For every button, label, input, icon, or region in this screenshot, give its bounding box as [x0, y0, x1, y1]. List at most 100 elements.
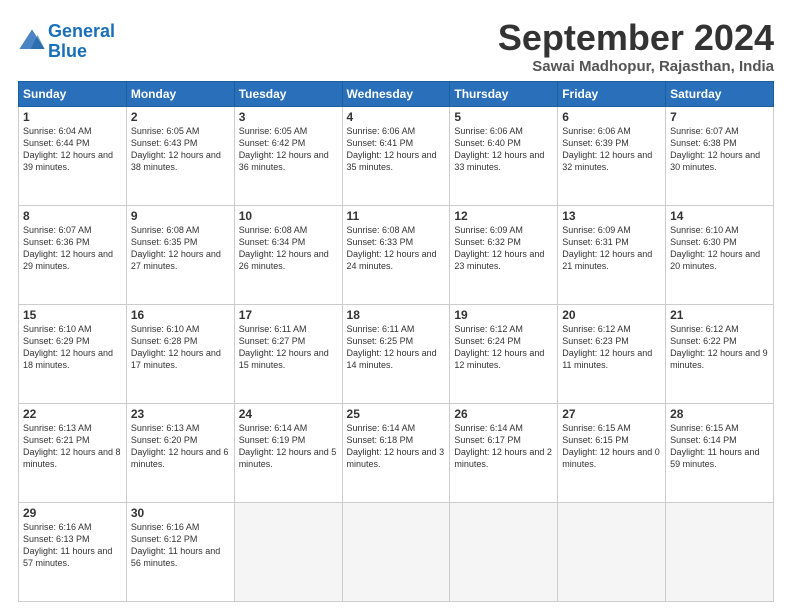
day-cell-10: 10 Sunrise: 6:08 AMSunset: 6:34 PMDaylig…	[234, 205, 342, 304]
logo-icon	[18, 28, 46, 56]
day-number: 5	[454, 110, 553, 124]
cell-details: Sunrise: 6:04 AMSunset: 6:44 PMDaylight:…	[23, 126, 113, 172]
title-block: September 2024 Sawai Madhopur, Rajasthan…	[498, 18, 774, 75]
cell-details: Sunrise: 6:10 AMSunset: 6:29 PMDaylight:…	[23, 324, 113, 370]
cell-details: Sunrise: 6:11 AMSunset: 6:25 PMDaylight:…	[347, 324, 437, 370]
day-number: 30	[131, 506, 230, 520]
cell-details: Sunrise: 6:09 AMSunset: 6:32 PMDaylight:…	[454, 225, 544, 271]
header-cell-monday: Monday	[126, 81, 234, 106]
page: General Blue September 2024 Sawai Madhop…	[0, 0, 792, 612]
cell-details: Sunrise: 6:10 AMSunset: 6:30 PMDaylight:…	[670, 225, 760, 271]
day-cell-14: 14 Sunrise: 6:10 AMSunset: 6:30 PMDaylig…	[666, 205, 774, 304]
calendar-body: 1 Sunrise: 6:04 AMSunset: 6:44 PMDayligh…	[19, 106, 774, 601]
day-cell-21: 21 Sunrise: 6:12 AMSunset: 6:22 PMDaylig…	[666, 304, 774, 403]
cell-details: Sunrise: 6:06 AMSunset: 6:39 PMDaylight:…	[562, 126, 652, 172]
week-row-1: 8 Sunrise: 6:07 AMSunset: 6:36 PMDayligh…	[19, 205, 774, 304]
day-cell-1: 1 Sunrise: 6:04 AMSunset: 6:44 PMDayligh…	[19, 106, 127, 205]
day-number: 8	[23, 209, 122, 223]
cell-details: Sunrise: 6:12 AMSunset: 6:23 PMDaylight:…	[562, 324, 652, 370]
logo-line2: Blue	[48, 41, 87, 61]
header-cell-wednesday: Wednesday	[342, 81, 450, 106]
cell-details: Sunrise: 6:14 AMSunset: 6:18 PMDaylight:…	[347, 423, 445, 469]
day-cell-17: 17 Sunrise: 6:11 AMSunset: 6:27 PMDaylig…	[234, 304, 342, 403]
day-cell-9: 9 Sunrise: 6:08 AMSunset: 6:35 PMDayligh…	[126, 205, 234, 304]
day-number: 12	[454, 209, 553, 223]
cell-details: Sunrise: 6:06 AMSunset: 6:41 PMDaylight:…	[347, 126, 437, 172]
cell-details: Sunrise: 6:15 AMSunset: 6:14 PMDaylight:…	[670, 423, 759, 469]
day-number: 21	[670, 308, 769, 322]
day-number: 20	[562, 308, 661, 322]
day-cell-27: 27 Sunrise: 6:15 AMSunset: 6:15 PMDaylig…	[558, 403, 666, 502]
day-number: 11	[347, 209, 446, 223]
day-cell-4: 4 Sunrise: 6:06 AMSunset: 6:41 PMDayligh…	[342, 106, 450, 205]
header-cell-thursday: Thursday	[450, 81, 558, 106]
empty-cell	[666, 502, 774, 601]
empty-cell	[234, 502, 342, 601]
logo: General Blue	[18, 22, 115, 62]
day-number: 9	[131, 209, 230, 223]
day-cell-29: 29 Sunrise: 6:16 AMSunset: 6:13 PMDaylig…	[19, 502, 127, 601]
cell-details: Sunrise: 6:16 AMSunset: 6:12 PMDaylight:…	[131, 522, 220, 568]
day-cell-22: 22 Sunrise: 6:13 AMSunset: 6:21 PMDaylig…	[19, 403, 127, 502]
day-number: 27	[562, 407, 661, 421]
calendar-header-row: SundayMondayTuesdayWednesdayThursdayFrid…	[19, 81, 774, 106]
cell-details: Sunrise: 6:07 AMSunset: 6:38 PMDaylight:…	[670, 126, 760, 172]
day-cell-18: 18 Sunrise: 6:11 AMSunset: 6:25 PMDaylig…	[342, 304, 450, 403]
logo-line1: General	[48, 21, 115, 41]
day-number: 19	[454, 308, 553, 322]
calendar-table: SundayMondayTuesdayWednesdayThursdayFrid…	[18, 81, 774, 602]
day-cell-30: 30 Sunrise: 6:16 AMSunset: 6:12 PMDaylig…	[126, 502, 234, 601]
day-cell-3: 3 Sunrise: 6:05 AMSunset: 6:42 PMDayligh…	[234, 106, 342, 205]
header-cell-tuesday: Tuesday	[234, 81, 342, 106]
day-cell-12: 12 Sunrise: 6:09 AMSunset: 6:32 PMDaylig…	[450, 205, 558, 304]
day-number: 2	[131, 110, 230, 124]
day-cell-23: 23 Sunrise: 6:13 AMSunset: 6:20 PMDaylig…	[126, 403, 234, 502]
header: General Blue September 2024 Sawai Madhop…	[18, 18, 774, 75]
cell-details: Sunrise: 6:12 AMSunset: 6:24 PMDaylight:…	[454, 324, 544, 370]
empty-cell	[342, 502, 450, 601]
day-number: 16	[131, 308, 230, 322]
cell-details: Sunrise: 6:14 AMSunset: 6:19 PMDaylight:…	[239, 423, 337, 469]
day-cell-20: 20 Sunrise: 6:12 AMSunset: 6:23 PMDaylig…	[558, 304, 666, 403]
day-cell-26: 26 Sunrise: 6:14 AMSunset: 6:17 PMDaylig…	[450, 403, 558, 502]
empty-cell	[558, 502, 666, 601]
day-number: 23	[131, 407, 230, 421]
day-number: 14	[670, 209, 769, 223]
cell-details: Sunrise: 6:10 AMSunset: 6:28 PMDaylight:…	[131, 324, 221, 370]
day-number: 13	[562, 209, 661, 223]
week-row-4: 29 Sunrise: 6:16 AMSunset: 6:13 PMDaylig…	[19, 502, 774, 601]
day-cell-28: 28 Sunrise: 6:15 AMSunset: 6:14 PMDaylig…	[666, 403, 774, 502]
cell-details: Sunrise: 6:08 AMSunset: 6:35 PMDaylight:…	[131, 225, 221, 271]
header-cell-sunday: Sunday	[19, 81, 127, 106]
cell-details: Sunrise: 6:11 AMSunset: 6:27 PMDaylight:…	[239, 324, 329, 370]
day-number: 22	[23, 407, 122, 421]
cell-details: Sunrise: 6:05 AMSunset: 6:42 PMDaylight:…	[239, 126, 329, 172]
cell-details: Sunrise: 6:15 AMSunset: 6:15 PMDaylight:…	[562, 423, 660, 469]
day-number: 3	[239, 110, 338, 124]
day-cell-6: 6 Sunrise: 6:06 AMSunset: 6:39 PMDayligh…	[558, 106, 666, 205]
cell-details: Sunrise: 6:13 AMSunset: 6:20 PMDaylight:…	[131, 423, 229, 469]
header-cell-friday: Friday	[558, 81, 666, 106]
day-number: 1	[23, 110, 122, 124]
day-number: 29	[23, 506, 122, 520]
day-number: 25	[347, 407, 446, 421]
day-cell-25: 25 Sunrise: 6:14 AMSunset: 6:18 PMDaylig…	[342, 403, 450, 502]
day-number: 26	[454, 407, 553, 421]
day-number: 15	[23, 308, 122, 322]
week-row-0: 1 Sunrise: 6:04 AMSunset: 6:44 PMDayligh…	[19, 106, 774, 205]
empty-cell	[450, 502, 558, 601]
day-number: 4	[347, 110, 446, 124]
month-title: September 2024	[498, 18, 774, 58]
week-row-3: 22 Sunrise: 6:13 AMSunset: 6:21 PMDaylig…	[19, 403, 774, 502]
cell-details: Sunrise: 6:07 AMSunset: 6:36 PMDaylight:…	[23, 225, 113, 271]
cell-details: Sunrise: 6:16 AMSunset: 6:13 PMDaylight:…	[23, 522, 112, 568]
subtitle: Sawai Madhopur, Rajasthan, India	[498, 58, 774, 75]
day-cell-5: 5 Sunrise: 6:06 AMSunset: 6:40 PMDayligh…	[450, 106, 558, 205]
day-cell-19: 19 Sunrise: 6:12 AMSunset: 6:24 PMDaylig…	[450, 304, 558, 403]
week-row-2: 15 Sunrise: 6:10 AMSunset: 6:29 PMDaylig…	[19, 304, 774, 403]
cell-details: Sunrise: 6:13 AMSunset: 6:21 PMDaylight:…	[23, 423, 121, 469]
cell-details: Sunrise: 6:14 AMSunset: 6:17 PMDaylight:…	[454, 423, 552, 469]
day-cell-2: 2 Sunrise: 6:05 AMSunset: 6:43 PMDayligh…	[126, 106, 234, 205]
day-number: 28	[670, 407, 769, 421]
logo-text: General Blue	[48, 22, 115, 62]
